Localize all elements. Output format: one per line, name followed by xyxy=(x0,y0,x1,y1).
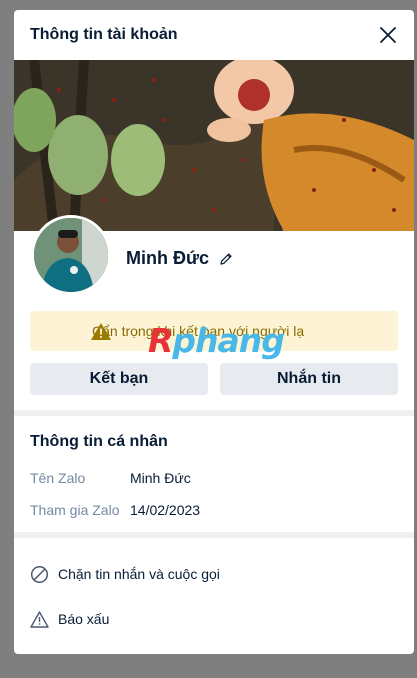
section-divider xyxy=(14,410,414,416)
pencil-icon[interactable] xyxy=(218,251,234,267)
report-button[interactable]: Báo xấu xyxy=(14,601,414,637)
avatar-image xyxy=(34,218,108,292)
cover-photo[interactable] xyxy=(14,60,414,231)
warning-banner: Cẩn trọng khi kết bạn với người lạ xyxy=(30,311,398,351)
section-divider xyxy=(14,532,414,538)
message-button[interactable]: Nhắn tin xyxy=(220,363,398,395)
warning-icon xyxy=(91,323,111,340)
warning-text: Cẩn trọng khi kết bạn với người lạ xyxy=(92,323,305,339)
cover-illustration xyxy=(14,60,414,231)
modal-header: Thông tin tài khoản xyxy=(14,10,414,60)
close-icon[interactable] xyxy=(376,23,400,47)
block-icon xyxy=(30,565,49,584)
avatar[interactable] xyxy=(31,215,111,295)
report-label: Báo xấu xyxy=(58,611,110,627)
profile-name: Minh Đức xyxy=(126,248,210,268)
block-messages-calls-button[interactable]: Chặn tin nhắn và cuộc gọi xyxy=(14,556,414,592)
info-label-zalo-name: Tên Zalo xyxy=(30,470,86,486)
account-info-modal: Thông tin tài khoản Minh Đức Cẩn trọng k… xyxy=(14,10,414,654)
modal-title: Thông tin tài khoản xyxy=(30,26,178,43)
add-friend-button[interactable]: Kết bạn xyxy=(30,363,208,395)
info-value-joined: 14/02/2023 xyxy=(130,502,201,518)
report-icon xyxy=(30,611,49,628)
info-value-zalo-name: Minh Đức xyxy=(130,470,191,486)
info-label-joined: Tham gia Zalo xyxy=(30,502,120,518)
personal-info-title: Thông tin cá nhân xyxy=(30,433,168,450)
block-label: Chặn tin nhắn và cuộc gọi xyxy=(58,566,220,582)
